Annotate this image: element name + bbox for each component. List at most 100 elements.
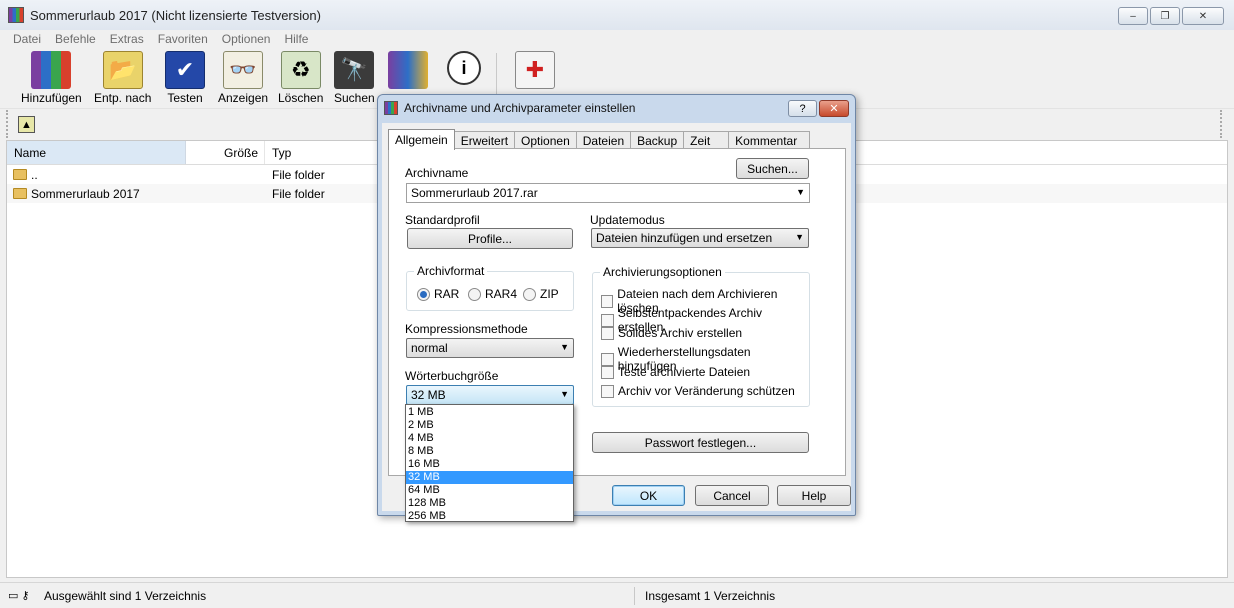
option-lock[interactable]: Archiv vor Veränderung schützen: [601, 384, 795, 398]
radio-zip[interactable]: ZIP: [523, 287, 559, 301]
item-name: ..: [31, 167, 38, 182]
repair-button[interactable]: ✚: [515, 51, 555, 89]
checkbox-icon: [601, 384, 614, 398]
close-button[interactable]: ✕: [1182, 7, 1224, 25]
profile-button[interactable]: Profile...: [407, 228, 573, 249]
dropdown-option[interactable]: 1 MB: [406, 406, 573, 419]
toolbar-grip-right: [1220, 110, 1222, 138]
chevron-down-icon: ▼: [560, 342, 569, 352]
dialog-title: Archivname und Archivparameter einstelle…: [404, 101, 636, 115]
toolbar-separator: [496, 53, 497, 99]
winrar-app-icon: [384, 101, 398, 115]
window-controls: ‒ ❐ ✕: [1118, 7, 1224, 25]
option-solid[interactable]: Solides Archiv erstellen: [601, 326, 742, 340]
option-test[interactable]: Teste archivierte Dateien: [601, 365, 750, 379]
minimize-button[interactable]: ‒: [1118, 7, 1148, 25]
up-folder-button[interactable]: ▲: [18, 116, 35, 133]
checkbox-icon: [601, 365, 614, 379]
dialog-help-button[interactable]: ?: [788, 100, 817, 117]
window-titlebar: Sommerurlaub 2017 (Nicht lizensierte Tes…: [0, 0, 1234, 30]
item-type: File folder: [272, 186, 325, 201]
tab-erweitert[interactable]: Erweitert: [453, 131, 516, 149]
status-selected: Ausgewählt sind 1 Verzeichnis: [44, 588, 207, 603]
woerterbuch-select[interactable]: 32 MB ▼: [406, 385, 574, 405]
dropdown-option[interactable]: 256 MB: [406, 510, 573, 523]
window-title: Sommerurlaub 2017 (Nicht lizensierte Tes…: [30, 7, 321, 23]
test-button[interactable]: ✔ Testen: [165, 51, 205, 105]
tab-kommentar[interactable]: Kommentar: [728, 131, 811, 149]
archivierungsoptionen-group: Archivierungsoptionen Dateien nach dem A…: [592, 265, 810, 407]
updatemodus-select[interactable]: Dateien hinzufügen und ersetzen ▼: [591, 228, 809, 248]
chevron-down-icon: ▼: [560, 389, 569, 399]
wizard-button[interactable]: [388, 51, 428, 89]
dropdown-option[interactable]: 4 MB: [406, 432, 573, 445]
column-size[interactable]: Größe: [186, 141, 265, 164]
maximize-button[interactable]: ❐: [1150, 7, 1180, 25]
status-bar: ▭ ⚷ Ausgewählt sind 1 Verzeichnis Insges…: [0, 582, 1234, 608]
dialog-tabs: Allgemein Erweitert Optionen Dateien Bac…: [388, 129, 811, 150]
tab-backup[interactable]: Backup: [630, 131, 685, 149]
info-icon: i: [447, 51, 481, 85]
add-archive-icon: [31, 51, 72, 89]
tab-zeit[interactable]: Zeit: [683, 131, 730, 149]
archivname-field[interactable]: Sommerurlaub 2017.rar ▼: [406, 183, 810, 203]
delete-button[interactable]: ♻ Löschen: [278, 51, 323, 105]
chevron-down-icon: ▼: [795, 232, 804, 242]
column-type[interactable]: Typ: [265, 141, 385, 164]
extract-to-icon: 📂: [102, 51, 143, 89]
menu-bar: Datei Befehle Extras Favoriten Optionen …: [0, 30, 1234, 47]
radio-rar4[interactable]: RAR4: [468, 287, 517, 301]
menu-optionen[interactable]: Optionen: [215, 32, 278, 46]
cancel-button[interactable]: Cancel: [695, 485, 769, 506]
find-icon: 🔭: [334, 51, 375, 89]
archivname-value: Sommerurlaub 2017.rar: [411, 186, 538, 200]
dropdown-option[interactable]: 64 MB: [406, 484, 573, 497]
standardprofil-label: Standardprofil: [405, 213, 480, 227]
status-divider: [634, 586, 635, 605]
dialog-close-button[interactable]: ✕: [819, 100, 849, 117]
menu-hilfe[interactable]: Hilfe: [277, 32, 315, 46]
dropdown-option[interactable]: 8 MB: [406, 445, 573, 458]
tab-allgemein[interactable]: Allgemein: [388, 129, 455, 150]
kompression-label: Kompressionsmethode: [405, 322, 528, 336]
ok-button[interactable]: OK: [612, 485, 685, 506]
radio-rar[interactable]: RAR: [417, 287, 459, 301]
kompression-select[interactable]: normal ▼: [406, 338, 574, 358]
toolbar-grip: [6, 110, 8, 138]
tab-dateien[interactable]: Dateien: [575, 131, 632, 149]
dropdown-option-selected[interactable]: 32 MB: [406, 471, 573, 484]
dropdown-option[interactable]: 128 MB: [406, 497, 573, 510]
help-button[interactable]: Help: [777, 485, 851, 506]
find-button[interactable]: 🔭 Suchen: [334, 51, 375, 105]
menu-befehle[interactable]: Befehle: [48, 32, 103, 46]
checkbox-icon: [601, 326, 614, 340]
key-icon: ⚷: [21, 590, 30, 602]
dropdown-option[interactable]: 16 MB: [406, 458, 573, 471]
menu-favoriten[interactable]: Favoriten: [151, 32, 215, 46]
kompression-value: normal: [411, 341, 448, 355]
folder-icon: [13, 169, 27, 180]
tab-optionen[interactable]: Optionen: [514, 131, 577, 149]
menu-datei[interactable]: Datei: [6, 32, 48, 46]
browse-button[interactable]: Suchen...: [736, 158, 809, 179]
password-button[interactable]: Passwort festlegen...: [592, 432, 809, 453]
view-icon: 👓: [223, 51, 264, 89]
test-icon: ✔: [165, 51, 205, 89]
column-name[interactable]: Name: [7, 141, 186, 164]
delete-icon: ♻: [280, 51, 321, 89]
dropdown-option[interactable]: 2 MB: [406, 419, 573, 432]
up-arrow-icon: ▲: [21, 118, 32, 131]
item-type: File folder: [272, 167, 325, 182]
item-name: Sommerurlaub 2017: [31, 186, 140, 201]
info-button[interactable]: i: [447, 51, 481, 85]
menu-extras[interactable]: Extras: [103, 32, 151, 46]
add-button[interactable]: Hinzufügen: [21, 51, 82, 105]
extract-to-button[interactable]: 📂 Entp. nach: [94, 51, 151, 105]
archivierungsoptionen-label: Archivierungsoptionen: [600, 265, 725, 279]
radio-icon: [523, 287, 536, 301]
view-button[interactable]: 👓 Anzeigen: [218, 51, 268, 105]
updatemodus-label: Updatemodus: [590, 213, 665, 227]
updatemodus-value: Dateien hinzufügen und ersetzen: [596, 231, 773, 245]
archivname-label: Archivname: [405, 166, 469, 180]
checkbox-icon: [601, 352, 614, 366]
